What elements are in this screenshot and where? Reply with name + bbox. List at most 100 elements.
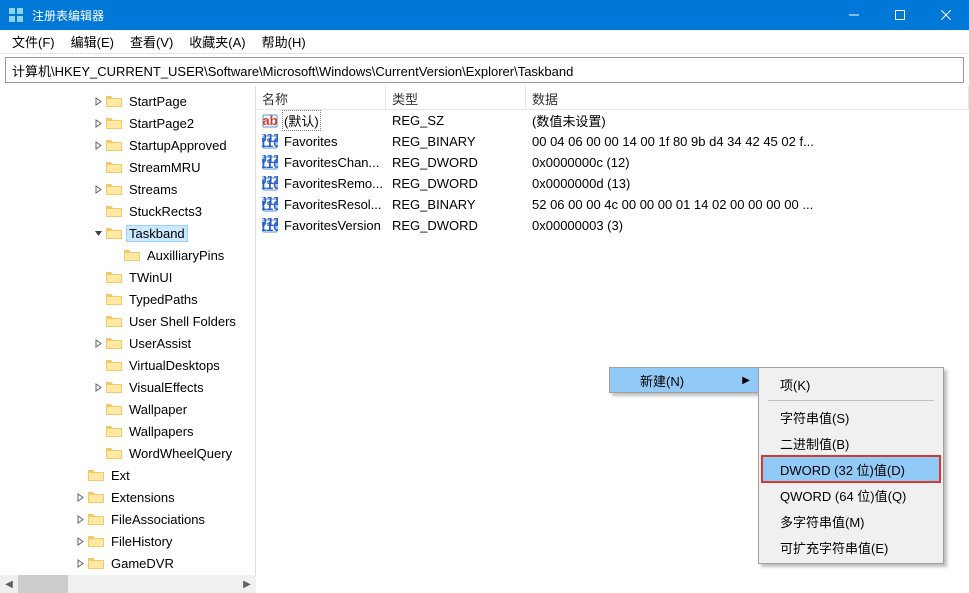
tree-item[interactable]: WordWheelQuery bbox=[0, 442, 255, 464]
tree-item-label: StartupApproved bbox=[126, 137, 230, 154]
tree-item[interactable]: AuxilliaryPins bbox=[0, 244, 255, 266]
submenu-key[interactable]: 项(K) bbox=[762, 371, 940, 397]
list-panel[interactable]: 名称 类型 数据 ab(默认)REG_SZ(数值未设置)011110Favori… bbox=[256, 86, 969, 575]
submenu-string[interactable]: 字符串值(S) bbox=[762, 404, 940, 430]
column-data[interactable]: 数据 bbox=[526, 86, 969, 109]
tree-item-label: StartPage2 bbox=[126, 115, 197, 132]
tree-item[interactable]: VisualEffects bbox=[0, 376, 255, 398]
folder-icon bbox=[106, 182, 122, 196]
chevron-right-icon[interactable] bbox=[90, 115, 106, 131]
value-row[interactable]: 011110FavoritesVersionREG_DWORD0x0000000… bbox=[256, 215, 969, 236]
chevron-right-icon[interactable] bbox=[72, 533, 88, 549]
svg-text:ab: ab bbox=[262, 113, 277, 128]
tree-item-label: Extensions bbox=[108, 489, 178, 506]
folder-icon bbox=[106, 314, 122, 328]
submenu-separator bbox=[768, 400, 934, 401]
tree-item[interactable]: Wallpaper bbox=[0, 398, 255, 420]
chevron-right-icon[interactable] bbox=[90, 137, 106, 153]
tree-item[interactable]: StartPage2 bbox=[0, 112, 255, 134]
context-item-new[interactable]: 新建(N) ▶ bbox=[610, 368, 758, 392]
scroll-left-button[interactable]: ◀ bbox=[0, 575, 18, 593]
folder-icon bbox=[88, 490, 104, 504]
tree-item[interactable]: Ext bbox=[0, 464, 255, 486]
submenu-binary[interactable]: 二进制值(B) bbox=[762, 430, 940, 456]
tree-item[interactable]: Streams bbox=[0, 178, 255, 200]
tree-item[interactable]: VirtualDesktops bbox=[0, 354, 255, 376]
tree-item[interactable]: User Shell Folders bbox=[0, 310, 255, 332]
svg-text:110: 110 bbox=[262, 156, 278, 171]
scroll-track[interactable] bbox=[18, 575, 238, 593]
tree-item[interactable]: FileAssociations bbox=[0, 508, 255, 530]
chevron-right-icon[interactable] bbox=[90, 379, 106, 395]
tree-item-label: Wallpapers bbox=[126, 423, 197, 440]
tree-item[interactable]: Taskband bbox=[0, 222, 255, 244]
menu-favorites[interactable]: 收藏夹(A) bbox=[181, 30, 253, 53]
binary-value-icon: 011110 bbox=[262, 176, 278, 192]
folder-icon bbox=[106, 402, 122, 416]
column-type[interactable]: 类型 bbox=[386, 86, 526, 109]
tree-item[interactable]: TWinUI bbox=[0, 266, 255, 288]
tree-item[interactable]: TypedPaths bbox=[0, 288, 255, 310]
svg-text:110: 110 bbox=[262, 177, 278, 192]
value-data: 52 06 00 00 4c 00 00 00 01 14 02 00 00 0… bbox=[526, 197, 969, 212]
tree-panel[interactable]: StartPage StartPage2 StartupApproved Stream… bbox=[0, 86, 256, 575]
tree-item[interactable]: FileHistory bbox=[0, 530, 255, 552]
value-row[interactable]: 011110FavoritesChan...REG_DWORD0x0000000… bbox=[256, 152, 969, 173]
binary-value-icon: 011110 bbox=[262, 197, 278, 213]
menubar: 文件(F) 编辑(E) 查看(V) 收藏夹(A) 帮助(H) bbox=[0, 30, 969, 54]
tree-item[interactable]: StartPage bbox=[0, 90, 255, 112]
minimize-button[interactable] bbox=[831, 0, 877, 30]
value-data: 00 04 06 00 00 14 00 1f 80 9b d4 34 42 4… bbox=[526, 134, 969, 149]
submenu-expand[interactable]: 可扩充字符串值(E) bbox=[762, 534, 940, 560]
chevron-right-icon[interactable] bbox=[72, 555, 88, 571]
folder-icon bbox=[124, 248, 140, 262]
tree-item-label: FileHistory bbox=[108, 533, 175, 550]
close-button[interactable] bbox=[923, 0, 969, 30]
chevron-right-icon[interactable] bbox=[72, 489, 88, 505]
chevron-down-icon[interactable] bbox=[90, 225, 106, 241]
value-data: 0x0000000c (12) bbox=[526, 155, 969, 170]
submenu-dword[interactable]: DWORD (32 位)值(D) bbox=[762, 456, 940, 482]
submenu-multi[interactable]: 多字符串值(M) bbox=[762, 508, 940, 534]
submenu-qword[interactable]: QWORD (64 位)值(Q) bbox=[762, 482, 940, 508]
value-row[interactable]: 011110FavoritesResol...REG_BINARY52 06 0… bbox=[256, 194, 969, 215]
value-data: (数值未设置) bbox=[526, 111, 969, 130]
value-type: REG_DWORD bbox=[386, 176, 526, 191]
folder-icon bbox=[88, 468, 104, 482]
tree-item-label: StreamMRU bbox=[126, 159, 204, 176]
submenu-label: QWORD (64 位)值(Q) bbox=[780, 486, 906, 505]
tree-scrollbar[interactable]: ◀ ▶ bbox=[0, 575, 256, 593]
folder-icon bbox=[106, 94, 122, 108]
menu-edit[interactable]: 编辑(E) bbox=[63, 30, 122, 53]
value-name: (默认) bbox=[282, 110, 321, 131]
value-row[interactable]: 011110FavoritesREG_BINARY00 04 06 00 00 … bbox=[256, 131, 969, 152]
value-row[interactable]: ab(默认)REG_SZ(数值未设置) bbox=[256, 110, 969, 131]
tree-item[interactable]: Extensions bbox=[0, 486, 255, 508]
expander-empty bbox=[90, 445, 106, 461]
tree-item[interactable]: StreamMRU bbox=[0, 156, 255, 178]
folder-icon bbox=[88, 534, 104, 548]
menu-file[interactable]: 文件(F) bbox=[4, 30, 63, 53]
submenu-label: 多字符串值(M) bbox=[780, 512, 865, 531]
tree-item[interactable]: StuckRects3 bbox=[0, 200, 255, 222]
column-name[interactable]: 名称 bbox=[256, 86, 386, 109]
chevron-right-icon[interactable] bbox=[90, 181, 106, 197]
menu-view[interactable]: 查看(V) bbox=[122, 30, 181, 53]
address-bar[interactable]: 计算机\HKEY_CURRENT_USER\Software\Microsoft… bbox=[5, 57, 964, 83]
value-name: FavoritesVersion bbox=[282, 217, 383, 234]
tree-item[interactable]: StartupApproved bbox=[0, 134, 255, 156]
value-type: REG_DWORD bbox=[386, 218, 526, 233]
scroll-thumb[interactable] bbox=[18, 575, 68, 593]
tree-item[interactable]: GameDVR bbox=[0, 552, 255, 574]
value-row[interactable]: 011110FavoritesRemo...REG_DWORD0x0000000… bbox=[256, 173, 969, 194]
chevron-right-icon[interactable] bbox=[90, 93, 106, 109]
submenu-label: 可扩充字符串值(E) bbox=[780, 538, 888, 557]
scroll-right-button[interactable]: ▶ bbox=[238, 575, 256, 593]
tree-item[interactable]: Wallpapers bbox=[0, 420, 255, 442]
expander-empty bbox=[90, 401, 106, 417]
menu-help[interactable]: 帮助(H) bbox=[254, 30, 314, 53]
maximize-button[interactable] bbox=[877, 0, 923, 30]
tree-item[interactable]: UserAssist bbox=[0, 332, 255, 354]
chevron-right-icon[interactable] bbox=[72, 511, 88, 527]
chevron-right-icon[interactable] bbox=[90, 335, 106, 351]
